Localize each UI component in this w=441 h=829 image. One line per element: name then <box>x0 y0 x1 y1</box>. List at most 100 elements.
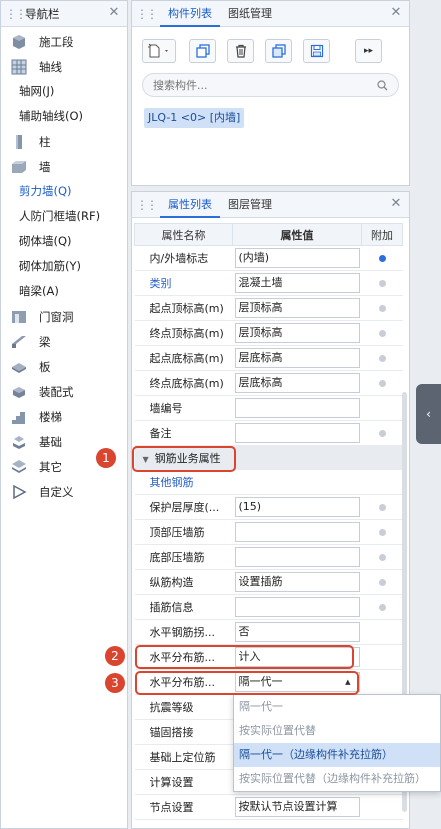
collapse-panel-handle[interactable]: ‹ <box>416 384 441 444</box>
nav-item-construction-stage[interactable]: 施工段 <box>1 29 127 54</box>
nav-subitem[interactable]: 人防门框墙(RF) <box>1 204 127 229</box>
property-name: 插筋信息 <box>134 594 233 620</box>
nav-item-label: 墙 <box>39 159 51 174</box>
extra-checkbox[interactable] <box>378 379 386 387</box>
save-component-button[interactable] <box>303 39 330 63</box>
property-row[interactable]: 备注 <box>134 420 403 446</box>
property-row[interactable]: 保护层厚度(... (15) <box>134 494 403 520</box>
dropdown-option[interactable]: 隔一代一（边缘构件补充拉筋） <box>234 743 440 767</box>
property-row[interactable]: 墙编号 <box>134 395 403 421</box>
property-value-field[interactable] <box>234 547 360 567</box>
drag-grip-icon[interactable]: ⋮⋮ <box>136 8 158 20</box>
nav-item-stairs[interactable]: 楼梯 <box>1 404 127 429</box>
property-value-text: 混凝土墙 <box>238 276 283 289</box>
nav-subitem[interactable]: 轴网(J) <box>1 79 127 104</box>
nav-item-wall[interactable]: 墙 <box>1 154 127 179</box>
dropdown-option[interactable]: 按实际位置代替（边缘构件补充拉筋） <box>234 767 440 791</box>
property-row[interactable]: 纵筋构造 设置插筋 <box>134 569 403 595</box>
component-toolbar: ▸▸ <box>132 27 409 67</box>
property-row[interactable]: 起点底标高(m) 层底标高 <box>134 345 403 371</box>
extra-checkbox[interactable] <box>378 429 386 437</box>
extra-checkbox[interactable] <box>378 528 386 536</box>
property-value-field[interactable]: 层底标高 <box>234 348 360 368</box>
extra-checkbox[interactable] <box>378 254 386 262</box>
property-row[interactable]: 底部压墙筋 <box>134 544 403 570</box>
property-value-field[interactable]: 层顶标高 <box>234 298 360 318</box>
search-icon[interactable] <box>377 79 388 91</box>
extra-checkbox[interactable] <box>378 603 386 611</box>
tab-drawing-management[interactable]: 图纸管理 <box>220 1 280 27</box>
property-row[interactable]: 终点底标高(m) 层底标高 <box>134 370 403 396</box>
extra-checkbox[interactable] <box>378 304 386 312</box>
property-value-field[interactable]: 混凝土墙 <box>234 273 360 293</box>
construction-stage-icon <box>11 34 27 50</box>
nav-subitem[interactable]: 剪力墙(Q) <box>1 179 127 204</box>
tab-layer-management[interactable]: 图层管理 <box>220 192 280 218</box>
property-value-field[interactable]: 层顶标高 <box>234 323 360 343</box>
property-name: 起点底标高(m) <box>134 345 233 371</box>
copy-to-floor-button[interactable] <box>265 39 292 63</box>
property-row[interactable]: 水平钢筋拐... 否 <box>134 619 403 645</box>
tab-property-list[interactable]: 属性列表 <box>160 192 220 218</box>
property-value-field[interactable] <box>234 398 360 418</box>
drag-grip-icon[interactable]: ⋮⋮ <box>5 8 27 20</box>
property-row[interactable]: 类别 混凝土墙 <box>134 270 403 296</box>
tab-component-list[interactable]: 构件列表 <box>160 1 220 27</box>
nav-subitem[interactable]: 砌体墙(Q) <box>1 229 127 254</box>
copy-icon <box>195 44 210 58</box>
nav-item-prefab[interactable]: 装配式 <box>1 379 127 404</box>
close-icon[interactable]: ✕ <box>389 197 403 211</box>
property-row[interactable]: 终点顶标高(m) 层顶标高 <box>134 320 403 346</box>
new-component-button[interactable] <box>142 39 176 63</box>
dropdown-option[interactable]: 按实际位置代替 <box>234 719 440 743</box>
more-tools-button[interactable]: ▸▸ <box>355 39 382 63</box>
property-name: 备注 <box>134 420 233 446</box>
delete-component-button[interactable] <box>227 39 254 63</box>
extra-checkbox[interactable] <box>378 279 386 287</box>
property-row[interactable]: 起点顶标高(m) 层顶标高 <box>134 295 403 321</box>
nav-item-door-window[interactable]: 门窗洞 <box>1 304 127 329</box>
property-row[interactable]: 其他钢筋 <box>134 469 403 495</box>
property-value-field[interactable]: 层底标高 <box>234 373 360 393</box>
extra-checkbox[interactable] <box>378 329 386 337</box>
component-search-input[interactable] <box>153 78 353 92</box>
property-value-field[interactable]: 按默认节点设置计算 <box>234 797 360 817</box>
property-value-field[interactable]: (15) <box>234 497 360 517</box>
property-row[interactable]: 内/外墙标志 (内墙) <box>134 245 403 271</box>
nav-item-label: 板 <box>39 359 51 374</box>
nav-item-grid[interactable]: 轴线 <box>1 54 127 79</box>
extra-checkbox[interactable] <box>378 553 386 561</box>
property-value-field[interactable]: (内墙) <box>234 248 360 268</box>
nav-subitem[interactable]: 辅助轴线(O) <box>1 104 127 129</box>
nav-item-custom[interactable]: 自定义 <box>1 479 127 504</box>
property-value-text: 按默认节点设置计算 <box>238 800 338 813</box>
close-icon[interactable]: ✕ <box>107 6 121 20</box>
property-row[interactable]: 顶部压墙筋 <box>134 519 403 545</box>
property-row[interactable]: 插筋信息 <box>134 594 403 620</box>
property-row[interactable]: 节点设置 按默认节点设置计算 <box>134 794 403 820</box>
nav-subitem[interactable]: 暗梁(A) <box>1 279 127 304</box>
extra-checkbox[interactable] <box>378 354 386 362</box>
component-search-box[interactable] <box>142 73 399 97</box>
dropdown-option[interactable]: 隔一代一 <box>234 695 440 719</box>
property-value-field[interactable] <box>234 423 360 443</box>
trash-icon <box>235 44 246 58</box>
nav-item-slab[interactable]: 板 <box>1 354 127 379</box>
property-value-field[interactable] <box>234 597 360 617</box>
extra-checkbox[interactable] <box>378 503 386 511</box>
property-name: 锚固搭接 <box>134 719 233 745</box>
nav-item-column[interactable]: 柱 <box>1 129 127 154</box>
extra-checkbox[interactable] <box>378 578 386 586</box>
copy-component-button[interactable] <box>189 39 216 63</box>
nav-item-label: 自定义 <box>39 484 74 499</box>
property-value-field[interactable]: 否 <box>234 622 360 642</box>
nav-item-beam[interactable]: 梁 <box>1 329 127 354</box>
component-list-item[interactable]: JLQ-1 <0> [内墙] <box>144 108 245 128</box>
save-icon <box>310 44 323 58</box>
drag-grip-icon[interactable]: ⋮⋮ <box>136 199 158 211</box>
property-value-text: 设置插筋 <box>238 575 283 588</box>
property-value-field[interactable]: 设置插筋 <box>234 572 360 592</box>
nav-subitem[interactable]: 砌体加筋(Y) <box>1 254 127 279</box>
close-icon[interactable]: ✕ <box>389 6 403 20</box>
property-value-field[interactable] <box>234 522 360 542</box>
